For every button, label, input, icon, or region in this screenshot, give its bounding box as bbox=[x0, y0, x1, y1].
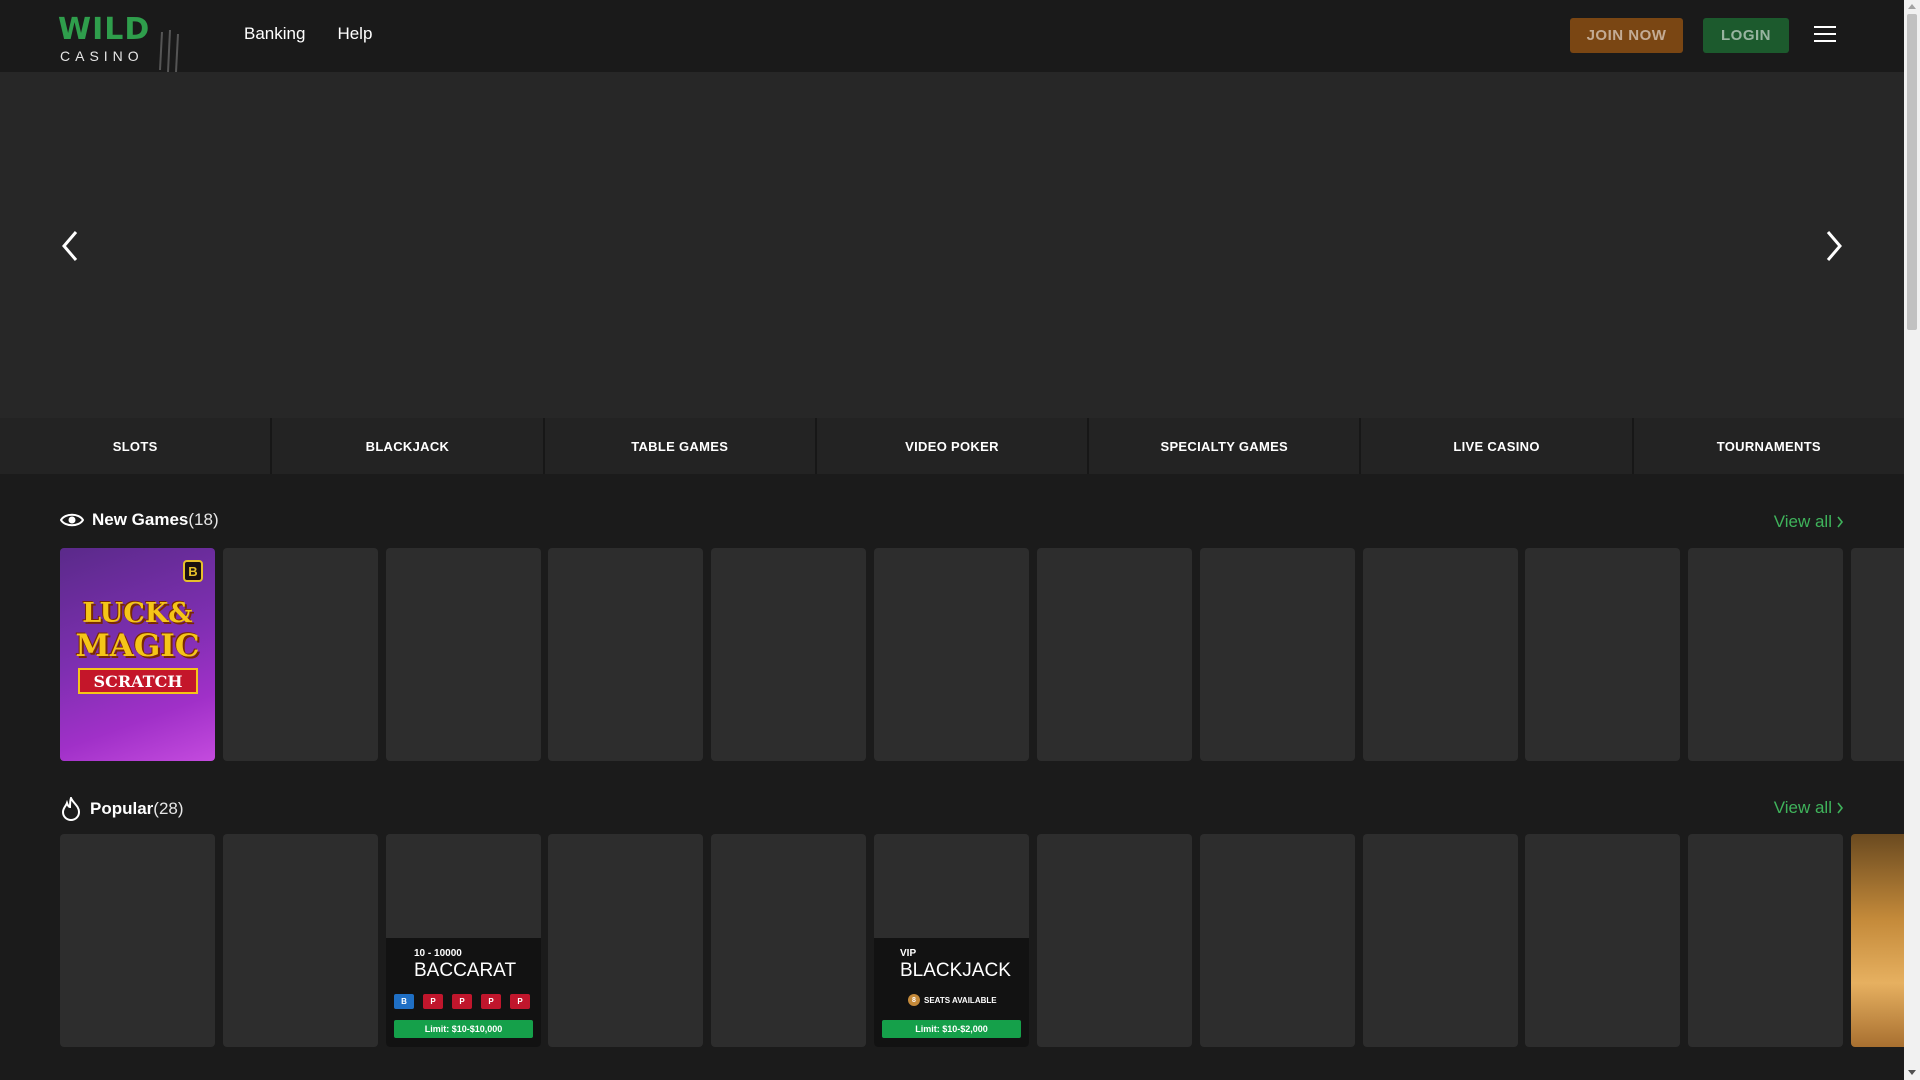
new-games-row: B LUCK& MAGIC SCRATCH bbox=[60, 548, 1904, 761]
game-tile[interactable] bbox=[1525, 548, 1680, 761]
game-tile[interactable] bbox=[874, 548, 1029, 761]
main-nav: Banking Help bbox=[244, 24, 372, 44]
claw-marks-icon bbox=[159, 30, 179, 72]
game-tile[interactable] bbox=[1200, 548, 1355, 761]
tab-table-games[interactable]: TABLE GAMES bbox=[545, 418, 817, 474]
view-all-label: View all bbox=[1773, 512, 1832, 531]
flame-icon bbox=[61, 797, 81, 821]
join-now-button[interactable]: JOIN NOW bbox=[1570, 18, 1683, 53]
page-scrollbar[interactable] bbox=[1904, 0, 1920, 1080]
chevron-right-icon bbox=[1837, 802, 1844, 814]
new-games-view-all[interactable]: View all bbox=[1774, 512, 1844, 532]
game-tile[interactable] bbox=[223, 548, 378, 761]
nav-banking[interactable]: Banking bbox=[244, 24, 305, 44]
tab-video-poker[interactable]: VIDEO POKER bbox=[817, 418, 1090, 474]
tab-slots[interactable]: SLOTS bbox=[0, 418, 273, 474]
live-game-name: BLACKJACK bbox=[900, 960, 1011, 981]
road-history: B P P P P bbox=[394, 994, 530, 1009]
chevron-right-icon bbox=[1837, 516, 1844, 528]
scroll-down-arrow-icon[interactable] bbox=[1908, 1070, 1916, 1075]
nav-help[interactable]: Help bbox=[337, 24, 372, 44]
live-table-info: 10 - 10000 BACCARAT B P P P P Limit: $10… bbox=[386, 938, 541, 1047]
road-pill: P bbox=[481, 994, 501, 1009]
road-pill: B bbox=[394, 994, 414, 1009]
logo-wild-text: WILD bbox=[58, 12, 151, 47]
table-limit: Limit: $10-$10,000 bbox=[394, 1020, 533, 1038]
seat-count-icon: 8 bbox=[908, 994, 920, 1006]
game-tile[interactable] bbox=[1037, 548, 1192, 761]
login-button[interactable]: LOGIN bbox=[1703, 18, 1789, 53]
table-limit: Limit: $10-$2,000 bbox=[882, 1020, 1021, 1038]
live-video-area bbox=[386, 834, 541, 938]
bet-range: 10 - 10000 bbox=[414, 948, 462, 959]
game-tile[interactable] bbox=[1363, 548, 1518, 761]
view-all-label: View all bbox=[1773, 798, 1832, 817]
game-tile-baccarat[interactable]: 10 - 10000 BACCARAT B P P P P Limit: $10… bbox=[386, 834, 541, 1047]
game-title-line: MAGIC bbox=[75, 628, 200, 664]
popular-row: 10 - 10000 BACCARAT B P P P P Limit: $10… bbox=[60, 834, 1904, 1047]
seats-available: 8 SEATS AVAILABLE bbox=[908, 994, 997, 1006]
game-title-banner: SCRATCH bbox=[78, 668, 198, 694]
game-tile[interactable] bbox=[711, 834, 866, 1047]
table-tier: VIP bbox=[900, 948, 917, 959]
game-tile[interactable] bbox=[548, 548, 703, 761]
game-tile-luck-magic-scratch[interactable]: B LUCK& MAGIC SCRATCH bbox=[60, 548, 215, 761]
live-table-info: VIP BLACKJACK 8 SEATS AVAILABLE Limit: $… bbox=[874, 938, 1029, 1047]
game-title-line: LUCK& bbox=[82, 598, 193, 629]
logo-casino-text: CASINO bbox=[60, 48, 144, 64]
game-tile[interactable] bbox=[1525, 834, 1680, 1047]
page: WILD CASINO Banking Help JOIN NOW LOGIN bbox=[0, 0, 1920, 1080]
tab-tournaments[interactable]: TOURNAMENTS bbox=[1634, 418, 1904, 474]
game-tile-vip-blackjack[interactable]: VIP BLACKJACK 8 SEATS AVAILABLE Limit: $… bbox=[874, 834, 1029, 1047]
tab-specialty-games[interactable]: SPECIALTY GAMES bbox=[1089, 418, 1362, 474]
game-tile[interactable] bbox=[1037, 834, 1192, 1047]
game-tile[interactable] bbox=[223, 834, 378, 1047]
hero-banner bbox=[0, 72, 1904, 418]
game-tile[interactable] bbox=[1688, 548, 1843, 761]
road-pill: P bbox=[423, 994, 443, 1009]
road-pill: P bbox=[510, 994, 530, 1009]
popular-view-all[interactable]: View all bbox=[1774, 798, 1844, 818]
hamburger-icon[interactable] bbox=[1814, 26, 1836, 44]
game-tile[interactable] bbox=[548, 834, 703, 1047]
game-tile[interactable] bbox=[60, 834, 215, 1047]
game-tile[interactable] bbox=[1200, 834, 1355, 1047]
road-pill: P bbox=[452, 994, 472, 1009]
new-games-header: New Games (18) bbox=[60, 510, 219, 530]
main-content: WILD CASINO Banking Help JOIN NOW LOGIN bbox=[0, 0, 1904, 1080]
game-tile[interactable] bbox=[711, 548, 866, 761]
game-tile[interactable] bbox=[1363, 834, 1518, 1047]
new-games-count: (18) bbox=[188, 510, 219, 529]
game-tile[interactable] bbox=[1688, 834, 1843, 1047]
seats-label: SEATS AVAILABLE bbox=[924, 995, 997, 1005]
new-games-title: New Games bbox=[92, 510, 189, 529]
scroll-up-arrow-icon[interactable] bbox=[1908, 4, 1916, 9]
live-game-name: BACCARAT bbox=[414, 960, 517, 981]
chevron-right-icon[interactable] bbox=[1818, 226, 1848, 266]
game-tile[interactable] bbox=[1851, 834, 1904, 1047]
popular-count: (28) bbox=[153, 799, 184, 818]
game-tile[interactable] bbox=[1851, 548, 1904, 761]
category-bar: SLOTS BLACKJACK TABLE GAMES VIDEO POKER … bbox=[0, 418, 1904, 474]
eye-icon bbox=[60, 513, 84, 527]
popular-title: Popular bbox=[90, 799, 154, 818]
chevron-left-icon[interactable] bbox=[56, 226, 86, 266]
wild-casino-logo[interactable]: WILD CASINO bbox=[58, 12, 188, 72]
live-video-area bbox=[874, 834, 1029, 938]
tab-blackjack[interactable]: BLACKJACK bbox=[272, 418, 545, 474]
popular-header: Popular (28) bbox=[60, 797, 184, 821]
game-tile[interactable] bbox=[386, 548, 541, 761]
bonus-badge: B bbox=[183, 560, 203, 582]
site-header: WILD CASINO Banking Help JOIN NOW LOGIN bbox=[0, 0, 1904, 72]
scrollbar-thumb[interactable] bbox=[1907, 14, 1917, 330]
tab-live-casino[interactable]: LIVE CASINO bbox=[1361, 418, 1634, 474]
